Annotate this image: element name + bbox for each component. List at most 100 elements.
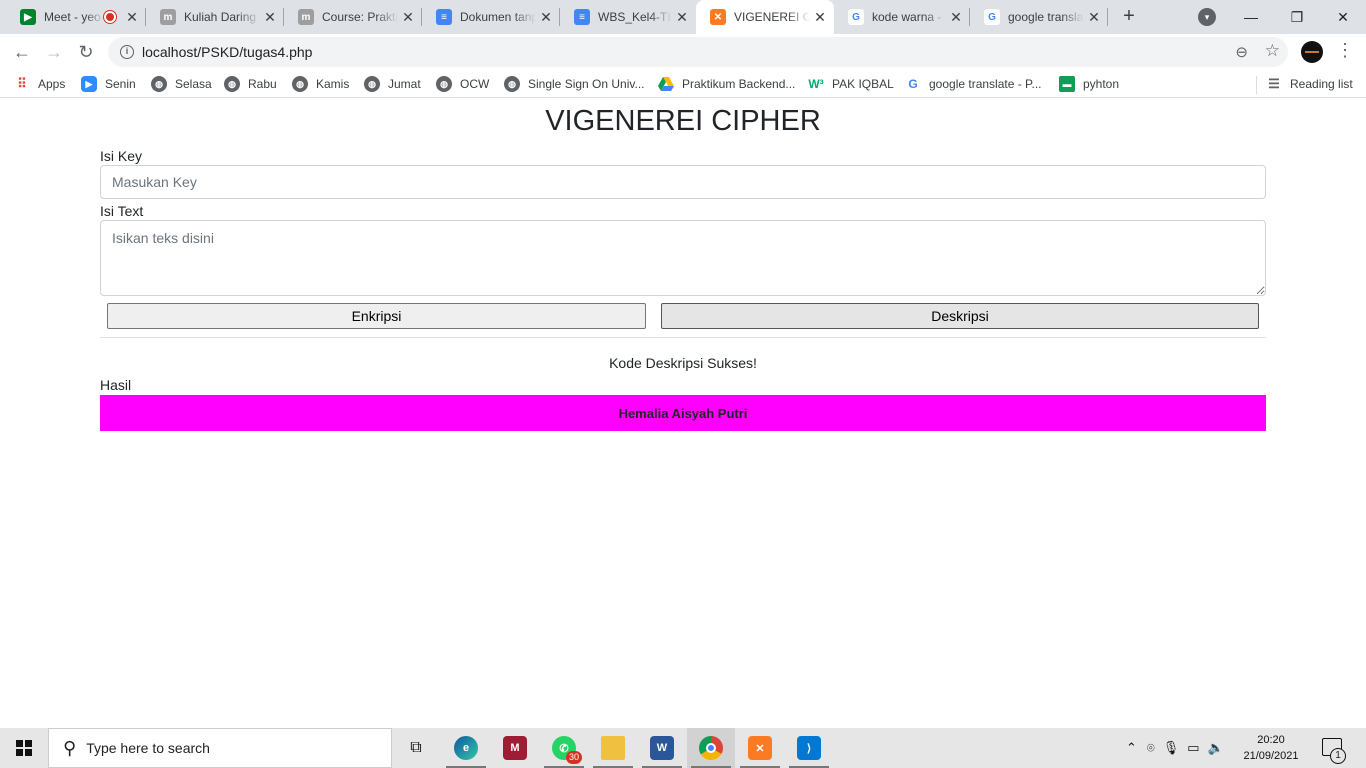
url-text[interactable]: localhost/PSKD/tugas4.php — [142, 44, 312, 60]
address-bar[interactable]: i localhost/PSKD/tugas4.php ⊖ ☆ — [108, 37, 1288, 67]
google-meet-icon: ▶ — [20, 9, 36, 25]
status-message: Kode Deskripsi Sukses! — [609, 355, 757, 371]
profile-avatar[interactable] — [1301, 41, 1323, 63]
restore-button[interactable]: ❐ — [1274, 0, 1320, 34]
task-view-button[interactable]: ⧉ — [392, 728, 440, 768]
taskbar-xampp[interactable]: ✕ — [736, 728, 784, 768]
taskbar-chrome[interactable] — [687, 728, 735, 768]
close-icon[interactable]: ✕ — [536, 9, 556, 26]
taskbar-whatsapp[interactable]: ✆ 30 — [540, 728, 588, 768]
battery-icon[interactable]: ▭ — [1187, 740, 1199, 756]
decrypt-button[interactable]: Deskripsi — [661, 303, 1259, 329]
back-icon[interactable]: ← — [10, 40, 34, 64]
taskbar-word[interactable]: W — [638, 728, 686, 768]
taskbar-vscode[interactable]: ⟩ — [785, 728, 833, 768]
tab-search-icon[interactable]: ▾ — [1198, 8, 1216, 26]
taskbar-search[interactable]: ⚲ Type here to search — [48, 728, 392, 768]
bookmark-praktikum-backend[interactable]: Praktikum Backend... — [658, 75, 795, 93]
bookmark-jumat[interactable]: ◍ Jumat — [364, 75, 421, 93]
bookmark-google-translate[interactable]: G google translate - P... — [905, 75, 1042, 93]
volume-icon[interactable]: 🔈 — [1208, 740, 1224, 756]
new-tab-button[interactable]: + — [1118, 6, 1140, 28]
globe-icon: ◍ — [504, 76, 520, 92]
vscode-icon: ⟩ — [797, 736, 821, 760]
zoom-icon[interactable]: ⊖ — [1235, 43, 1248, 61]
bookmark-pyhton[interactable]: ▬ pyhton — [1059, 75, 1119, 93]
bookmark-label: google translate - P... — [929, 77, 1042, 91]
globe-icon: ◍ — [151, 76, 167, 92]
browser-toolbar: ← → ↻ i localhost/PSKD/tugas4.php ⊖ ☆ ⋮ — [0, 34, 1366, 70]
google-docs-icon: ≡ — [436, 9, 452, 25]
close-icon[interactable]: ✕ — [398, 9, 418, 26]
tab-wbs[interactable]: ≡ WBS_Kel4-TIE ✕ — [560, 0, 696, 34]
word-icon: W — [650, 736, 674, 760]
tab-kuliah-daring[interactable]: m Kuliah Daring ✕ — [146, 0, 284, 34]
close-icon[interactable]: ✕ — [122, 9, 142, 26]
notification-badge: 30 — [565, 751, 582, 764]
bookmarks-divider — [1256, 76, 1257, 94]
bookmark-kamis[interactable]: ◍ Kamis — [292, 75, 349, 93]
key-label: Isi Key — [100, 148, 143, 164]
globe-icon: ◍ — [436, 76, 452, 92]
tab-strip: ▶ Meet - yeo- ✕ m Kuliah Daring ✕ m Cour… — [0, 0, 1366, 34]
minimize-button[interactable]: — — [1228, 0, 1274, 34]
bookmark-sso[interactable]: ◍ Single Sign On Univ... — [504, 75, 645, 93]
google-icon: G — [908, 77, 918, 91]
key-input[interactable] — [100, 165, 1266, 199]
tab-title: Course: Praktik — [322, 10, 398, 24]
window-close-button[interactable]: ✕ — [1320, 0, 1366, 34]
google-drive-icon — [658, 76, 674, 92]
bookmark-label: Apps — [38, 77, 66, 91]
google-icon: G — [984, 9, 1000, 25]
tab-title: VIGENEREI CIPHER — [734, 10, 810, 24]
tab-title: Meet - yeo- — [44, 10, 104, 24]
mendeley-icon: M — [503, 736, 527, 760]
reload-icon[interactable]: ↻ — [74, 40, 98, 64]
system-tray: ⌃ ⌾ 🎙 ▭ 🔈 — [1126, 728, 1224, 768]
taskbar-edge[interactable]: e — [442, 728, 490, 768]
text-input[interactable] — [100, 220, 1266, 296]
forward-icon[interactable]: → — [42, 40, 66, 64]
tab-divider — [1107, 8, 1108, 26]
google-sheets-icon: ▬ — [1059, 76, 1075, 92]
close-icon[interactable]: ✕ — [260, 9, 280, 26]
encrypt-button[interactable]: Enkripsi — [107, 303, 646, 329]
reading-list-label: Reading list — [1290, 77, 1353, 91]
camera-icon[interactable]: ⌾ — [1147, 740, 1155, 756]
zoom-icon: ▶ — [81, 76, 97, 92]
close-icon[interactable]: ✕ — [810, 9, 830, 26]
tab-meet[interactable]: ▶ Meet - yeo- ✕ — [6, 0, 146, 34]
globe-icon: ◍ — [224, 76, 240, 92]
bookmark-ocw[interactable]: ◍ OCW — [436, 75, 489, 93]
taskbar-file-explorer[interactable] — [589, 728, 637, 768]
clock[interactable]: 20:20 21/09/2021 — [1236, 732, 1306, 764]
bookmark-pak-iqbal[interactable]: W³ PAK IQBAL — [808, 75, 893, 93]
reading-list-button[interactable]: ☰ Reading list — [1266, 75, 1353, 93]
bookmark-rabu[interactable]: ◍ Rabu — [224, 75, 277, 93]
chevron-up-icon[interactable]: ⌃ — [1126, 740, 1137, 756]
bookmark-label: Selasa — [175, 77, 212, 91]
tab-vigenerei-cipher[interactable]: ✕ VIGENEREI CIPHER ✕ — [696, 0, 834, 34]
bookmark-star-icon[interactable]: ☆ — [1265, 41, 1280, 61]
tab-google-translate[interactable]: G google translate ✕ — [970, 0, 1108, 34]
close-icon[interactable]: ✕ — [672, 9, 692, 26]
tab-kode-warna[interactable]: G kode warna - ✕ — [834, 0, 970, 34]
clock-date: 21/09/2021 — [1243, 750, 1299, 762]
start-button[interactable] — [0, 728, 48, 768]
bookmark-label: Rabu — [248, 77, 277, 91]
close-icon[interactable]: ✕ — [946, 9, 966, 26]
bookmark-apps[interactable]: ⠿ Apps — [14, 75, 65, 93]
windows-icon — [16, 740, 32, 756]
bookmark-label: Single Sign On Univ... — [528, 77, 645, 91]
chrome-icon — [699, 736, 723, 760]
microphone-icon[interactable]: 🎙 — [1163, 740, 1180, 756]
menu-icon[interactable]: ⋮ — [1336, 40, 1354, 61]
site-info-icon[interactable]: i — [120, 45, 134, 59]
close-icon[interactable]: ✕ — [1084, 9, 1104, 26]
bookmark-senin[interactable]: ▶ Senin — [81, 75, 136, 93]
taskbar-mendeley[interactable]: M — [491, 728, 539, 768]
tab-dokumen[interactable]: ≡ Dokumen tanpa ✕ — [422, 0, 560, 34]
tab-course[interactable]: m Course: Praktik ✕ — [284, 0, 422, 34]
tab-title: google translate — [1008, 10, 1084, 24]
bookmark-selasa[interactable]: ◍ Selasa — [151, 75, 212, 93]
